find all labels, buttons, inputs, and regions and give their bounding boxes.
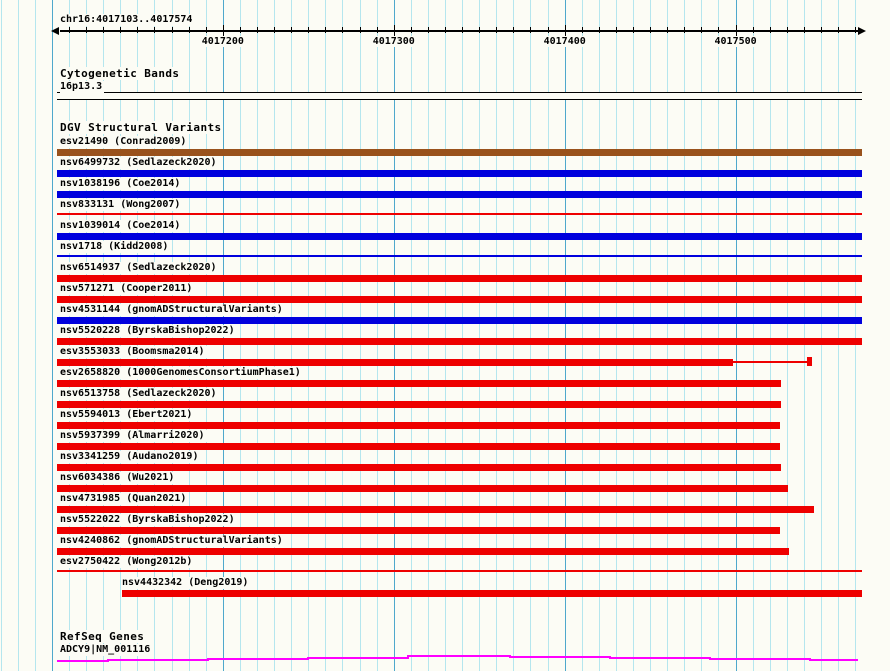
variant-label: nsv571271 (Cooper2011) <box>60 283 194 295</box>
section-title-cytogenetic-bands: Cytogenetic Bands <box>60 67 179 80</box>
variant-label: nsv5594013 (Ebert2021) <box>60 409 194 421</box>
variant-label: nsv833131 (Wong2007) <box>60 199 182 211</box>
variant-label: nsv5937399 (Almarri2020) <box>60 430 207 442</box>
cytoband-name: 16p13.3 <box>60 81 104 93</box>
ruler-tick-label: 4017500 <box>715 36 757 47</box>
genome-browser-view: chr16:4017103..4017574 4017200 4017300 401… <box>0 0 890 671</box>
ruler-tick-label: 4017300 <box>373 36 415 47</box>
variant-label: nsv4240862 (gnomADStructuralVariants) <box>60 535 285 547</box>
variant-label: esv3553033 (Boomsma2014) <box>60 346 207 358</box>
variant-label: nsv5520228 (ByrskaBishop2022) <box>60 325 237 337</box>
region-label: chr16:4017103..4017574 <box>60 14 194 26</box>
variant-label: nsv1718 (Kidd2008) <box>60 241 170 253</box>
ruler-tick-label: 4017200 <box>202 36 244 47</box>
variant-label: nsv3341259 (Audano2019) <box>60 451 200 463</box>
variant-label: nsv6499732 (Sedlazeck2020) <box>60 157 219 169</box>
variant-label: nsv6034386 (Wu2021) <box>60 472 176 484</box>
variant-label: esv2750422 (Wong2012b) <box>60 556 194 568</box>
variant-label: nsv1038196 (Coe2014) <box>60 178 182 190</box>
variant-label: nsv1039014 (Coe2014) <box>60 220 182 232</box>
variant-label: esv21490 (Conrad2009) <box>60 136 188 148</box>
variant-label: nsv4731985 (Quan2021) <box>60 493 188 505</box>
variant-label: nsv4432342 (Deng2019) <box>122 577 250 589</box>
section-title-dgv-structural-variants: DGV Structural Variants <box>60 121 222 134</box>
variant-label: nsv4531144 (gnomADStructuralVariants) <box>60 304 285 316</box>
variant-label: nsv6513758 (Sedlazeck2020) <box>60 388 219 400</box>
ruler-tick-label: 4017400 <box>544 36 586 47</box>
variant-label: esv2658820 (1000GenomesConsortiumPhase1) <box>60 367 303 379</box>
variant-label: nsv6514937 (Sedlazeck2020) <box>60 262 219 274</box>
section-title-refseq-genes: RefSeq Genes <box>60 630 144 643</box>
variant-label: nsv5522022 (ByrskaBishop2022) <box>60 514 237 526</box>
gene-name-label: ADCY9|NM_001116 <box>60 644 152 656</box>
